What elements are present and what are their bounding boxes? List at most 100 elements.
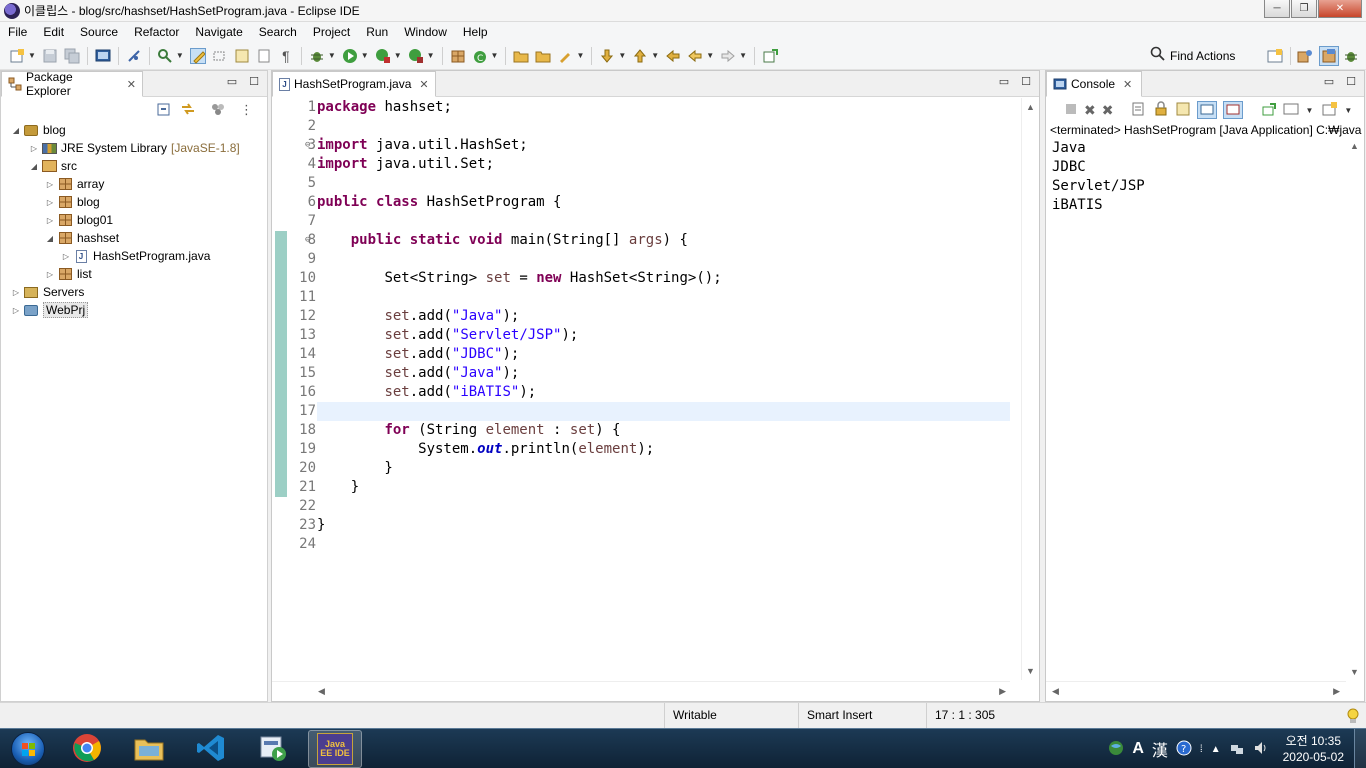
word-wrap-icon[interactable] [234, 48, 250, 64]
tree-item-webprj[interactable]: ▷ WebPrj [11, 301, 89, 319]
scroll-left-icon[interactable]: ◀ [318, 686, 325, 697]
open-perspective-icon[interactable] [1267, 48, 1283, 64]
external-tools-icon[interactable] [408, 48, 424, 64]
ime-options-icon[interactable]: ⁞ [1200, 744, 1203, 755]
close-tab-icon[interactable]: ✕ [1123, 78, 1132, 91]
view-menu-icon[interactable]: ⋮ [240, 102, 253, 118]
show-on-stderr-icon[interactable] [1223, 101, 1244, 119]
scroll-left-icon[interactable]: ◀ [1052, 686, 1059, 697]
tab-package-explorer[interactable]: Package Explorer ✕ [1, 70, 143, 98]
pin-editor-icon[interactable] [762, 48, 779, 64]
show-on-stdout-icon[interactable] [1197, 101, 1218, 119]
display-selected-console-icon[interactable] [1283, 101, 1299, 120]
expand-toggle-icon[interactable]: ▷ [45, 216, 55, 225]
start-button[interactable] [2, 729, 54, 768]
taskbar-file-explorer[interactable] [122, 730, 176, 768]
menu-search[interactable]: Search [251, 22, 305, 42]
new-java-package-icon[interactable] [450, 48, 466, 64]
restore-button[interactable]: ❐ [1291, 0, 1317, 18]
volume-icon[interactable] [1253, 740, 1269, 759]
tree-item-hashset[interactable]: ◢ hashset [45, 229, 119, 247]
menu-help[interactable]: Help [455, 22, 496, 42]
expand-toggle-icon[interactable]: ◢ [45, 234, 55, 243]
expand-toggle-icon[interactable]: ▷ [45, 270, 55, 279]
taskbar-media-app[interactable] [246, 730, 300, 768]
debug-icon[interactable] [309, 48, 325, 64]
toggle-block-selection-icon[interactable] [212, 48, 228, 64]
scroll-right-icon[interactable]: ▶ [999, 686, 1006, 697]
maximize-view-icon[interactable]: ☐ [1346, 75, 1356, 88]
tree-item-blog-project[interactable]: ◢ blog [11, 121, 66, 139]
maximize-view-icon[interactable]: ☐ [249, 75, 259, 88]
menu-edit[interactable]: Edit [35, 22, 72, 42]
tray-expand-icon[interactable]: ▲ [1211, 744, 1221, 755]
tree-item-array[interactable]: ▷ array [45, 175, 104, 193]
expand-toggle-icon[interactable]: ▷ [11, 306, 21, 315]
toggle-mark-occurrences-icon[interactable] [189, 47, 206, 64]
collapse-all-icon[interactable] [156, 101, 172, 120]
filters-icon[interactable] [210, 101, 226, 120]
network-icon[interactable] [1229, 740, 1245, 759]
ime-hanja[interactable]: 漢 [1152, 737, 1168, 761]
expand-toggle-icon[interactable]: ▷ [11, 288, 21, 297]
scroll-right-icon[interactable]: ▶ [1333, 686, 1340, 697]
tab-hashsetprogram-java[interactable]: J HashSetProgram.java ✕ [272, 71, 436, 97]
console-vertical-scrollbar[interactable]: ▲ ▼ [1346, 139, 1364, 679]
tree-item-blog-package[interactable]: ▷ blog [45, 193, 100, 211]
skip-breakpoints-icon[interactable] [126, 48, 142, 64]
editor-horizontal-scrollbar[interactable]: ◀ ▶ [272, 681, 1010, 701]
tree-item-hashsetprogram-java[interactable]: ▷ J HashSetProgram.java [61, 247, 210, 265]
fold-toggle-icon[interactable]: ⊖ [305, 140, 310, 150]
console-horizontal-scrollbar[interactable]: ◀ ▶ [1046, 681, 1346, 701]
tree-item-jre-library[interactable]: ▷ JRE System Library [JavaSE-1.8] [29, 139, 240, 157]
search-icon[interactable] [557, 48, 573, 64]
terminal-icon[interactable] [95, 48, 111, 64]
link-with-editor-icon[interactable] [180, 101, 196, 120]
java-ee-perspective-icon[interactable] [1297, 48, 1313, 64]
show-whitespace-icon[interactable] [256, 48, 272, 64]
pilcrow-icon[interactable]: ¶ [278, 48, 294, 64]
taskbar-vscode[interactable] [184, 730, 238, 768]
scroll-down-icon[interactable]: ▼ [1026, 666, 1035, 676]
minimize-view-icon[interactable]: ▭ [999, 75, 1009, 88]
minimize-view-icon[interactable]: ▭ [227, 75, 237, 88]
open-folder-icon[interactable] [513, 48, 529, 64]
close-button[interactable]: ✕ [1318, 0, 1362, 18]
coverage-icon[interactable] [375, 48, 391, 64]
menu-file[interactable]: File [0, 22, 35, 42]
taskbar-chrome[interactable] [60, 730, 114, 768]
close-tab-icon[interactable]: ✕ [419, 78, 428, 91]
expand-toggle-icon[interactable]: ▷ [45, 180, 55, 189]
menu-source[interactable]: Source [72, 22, 126, 42]
new-dropdown-icon[interactable]: ▼ [28, 51, 36, 60]
forward-icon[interactable] [720, 48, 736, 64]
tree-item-src[interactable]: ◢ src [29, 157, 77, 175]
scroll-lock-icon[interactable] [1131, 101, 1147, 120]
maximize-view-icon[interactable]: ☐ [1021, 75, 1031, 88]
scroll-up-icon[interactable]: ▲ [1350, 141, 1359, 151]
tree-item-servers[interactable]: ▷ Servers [11, 283, 84, 301]
console-output[interactable]: Java JDBC Servlet/JSP iBATIS [1046, 139, 1364, 679]
language-icon[interactable] [1108, 740, 1124, 759]
expand-toggle-icon[interactable]: ▷ [61, 252, 71, 261]
open-task-icon[interactable] [535, 48, 551, 64]
new-icon[interactable] [9, 48, 25, 64]
word-wrap-icon[interactable] [1175, 101, 1191, 120]
last-edit-location-icon[interactable] [665, 48, 681, 64]
expand-toggle-icon[interactable]: ▷ [45, 198, 55, 207]
find-actions[interactable]: Find Actions [1150, 46, 1235, 65]
expand-toggle-icon[interactable]: ◢ [11, 126, 21, 135]
expand-toggle-icon[interactable]: ▷ [29, 144, 39, 153]
tip-lightbulb-icon[interactable] [1346, 707, 1360, 728]
open-type-icon[interactable] [157, 48, 173, 64]
pin-console-icon[interactable] [1261, 101, 1277, 120]
minimize-view-icon[interactable]: ▭ [1324, 75, 1334, 88]
menu-refactor[interactable]: Refactor [126, 22, 187, 42]
tree-item-list[interactable]: ▷ list [45, 265, 92, 283]
menu-navigate[interactable]: Navigate [187, 22, 250, 42]
help-icon[interactable]: ? [1176, 740, 1192, 759]
debug-perspective-icon[interactable] [1343, 48, 1359, 64]
status-insert-mode[interactable]: Smart Insert [798, 703, 926, 729]
close-tab-icon[interactable]: ✕ [127, 78, 136, 91]
code-text-area[interactable]: 1 2 3 4 5 6 7 8 9 10 11 12 13 14 15 16 17 18 19 20 21 22 23 24 … [272, 98, 1010, 680]
